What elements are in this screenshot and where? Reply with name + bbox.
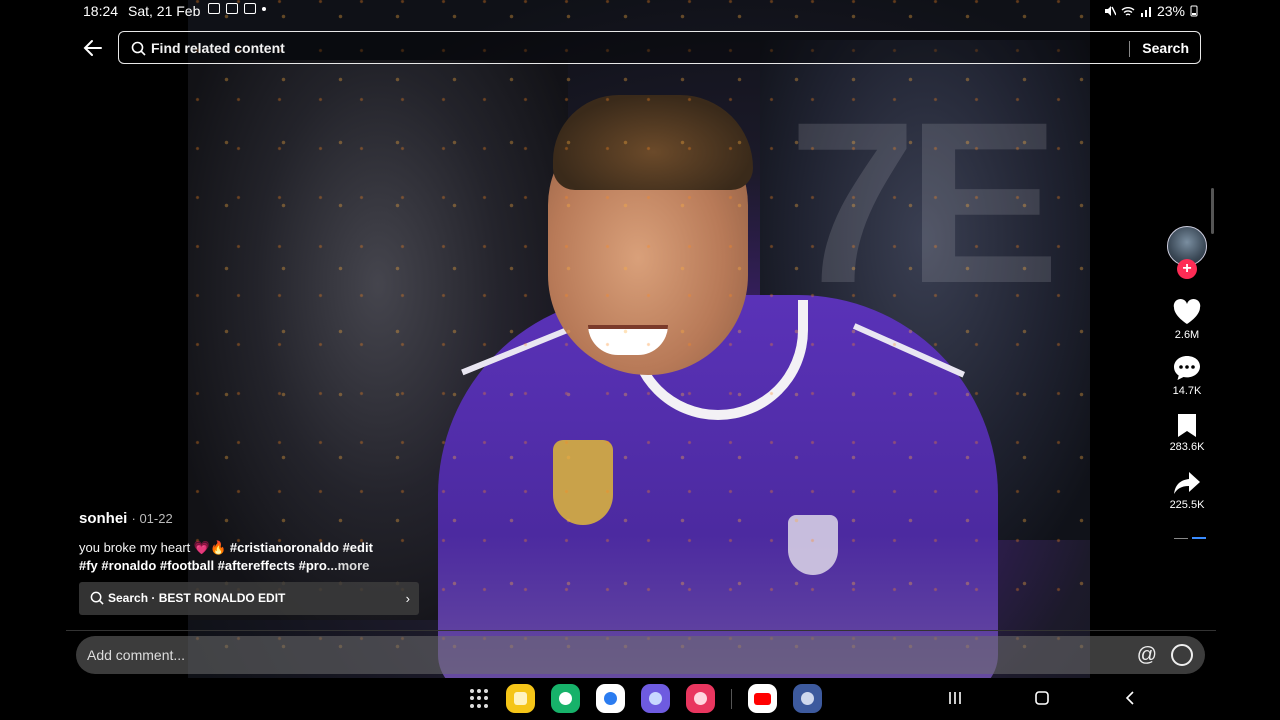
like-button[interactable]: 2.6M bbox=[1160, 298, 1214, 341]
phone-app-icon[interactable] bbox=[551, 684, 580, 713]
share-button[interactable]: 225.5K bbox=[1160, 470, 1214, 511]
chevron-right-icon: › bbox=[405, 591, 410, 606]
author-name[interactable]: sonhei bbox=[79, 510, 127, 527]
taskbar-separator bbox=[731, 688, 732, 709]
caption-prefix: you broke my heart bbox=[79, 540, 194, 555]
spark-effects bbox=[188, 0, 1090, 678]
screenshot-icon bbox=[208, 3, 220, 14]
back-button[interactable] bbox=[82, 37, 104, 59]
notification-icons bbox=[208, 3, 266, 14]
search-bar[interactable]: Find related content Search bbox=[118, 31, 1201, 64]
back-arrow-icon bbox=[83, 40, 102, 56]
follow-button[interactable]: + bbox=[1177, 259, 1197, 279]
apps-grid-icon[interactable] bbox=[470, 688, 490, 709]
author-line[interactable]: sonhei · 01-22 bbox=[79, 510, 419, 527]
mute-icon bbox=[1104, 6, 1116, 16]
system-indicators: 23% bbox=[1104, 3, 1198, 19]
search-icon bbox=[131, 41, 146, 56]
save-count: 283.6K bbox=[1169, 441, 1205, 453]
more-link[interactable]: ...more bbox=[327, 558, 370, 573]
search-input[interactable]: Find related content bbox=[151, 40, 285, 56]
hashtags-line-1[interactable]: #cristianoronaldo #edit bbox=[230, 540, 373, 555]
search-icon bbox=[90, 591, 104, 605]
page-dot-inactive bbox=[1174, 538, 1188, 539]
messages-app-icon[interactable] bbox=[596, 684, 625, 713]
settings-app-icon[interactable] bbox=[793, 684, 822, 713]
related-search-chip[interactable]: Search · BEST RONALDO EDIT › bbox=[79, 582, 419, 615]
mention-icon[interactable]: @ bbox=[1137, 644, 1157, 667]
caption-emojis: 💗🔥 bbox=[193, 540, 227, 555]
page-dot-active bbox=[1192, 537, 1206, 539]
signal-icon bbox=[1140, 6, 1151, 17]
youtube-app-icon[interactable] bbox=[748, 684, 777, 713]
wifi-icon bbox=[1121, 6, 1135, 16]
recents-button[interactable] bbox=[947, 690, 963, 706]
gallery-icon bbox=[226, 3, 238, 14]
comment-input-bar[interactable]: Add comment... @ bbox=[76, 636, 1205, 674]
video-player[interactable]: 7E bbox=[188, 0, 1090, 678]
video-caption: sonhei · 01-22 you broke my heart 💗🔥 #cr… bbox=[79, 510, 419, 575]
search-divider bbox=[1129, 41, 1130, 57]
system-navbar bbox=[0, 680, 1280, 720]
calendar-icon bbox=[244, 3, 256, 14]
status-bar: 18:24 Sat, 21 Feb 23% bbox=[0, 0, 1280, 22]
hashtags-line-2[interactable]: #fy #ronaldo #football #aftereffects #pr… bbox=[79, 558, 327, 573]
related-search-label: Search · BEST RONALDO EDIT bbox=[108, 591, 286, 605]
share-icon bbox=[1174, 472, 1200, 494]
battery-percent: 23% bbox=[1156, 3, 1185, 19]
more-dot-icon bbox=[262, 6, 266, 11]
scroll-indicator bbox=[1211, 188, 1214, 234]
comment-count: 14.7K bbox=[1172, 385, 1202, 397]
caption-text: you broke my heart 💗🔥 #cristianoronaldo … bbox=[79, 539, 419, 575]
camera-app-icon[interactable] bbox=[686, 684, 715, 713]
like-count: 2.6M bbox=[1174, 329, 1200, 341]
heart-icon bbox=[1173, 299, 1201, 324]
save-button[interactable]: 283.6K bbox=[1160, 412, 1214, 453]
files-app-icon[interactable] bbox=[506, 684, 535, 713]
divider bbox=[66, 630, 1216, 631]
taskbar-apps bbox=[470, 684, 822, 713]
page-indicator bbox=[1174, 537, 1206, 540]
system-back-button[interactable] bbox=[1122, 690, 1138, 706]
emoji-icon[interactable] bbox=[1171, 644, 1193, 666]
bookmark-icon bbox=[1178, 414, 1196, 437]
share-count: 225.5K bbox=[1169, 499, 1205, 511]
browser-app-icon[interactable] bbox=[641, 684, 670, 713]
battery-icon bbox=[1190, 5, 1198, 17]
status-time: 18:24 bbox=[83, 3, 119, 19]
search-button[interactable]: Search bbox=[1142, 40, 1189, 56]
post-date: · 01-22 bbox=[131, 511, 173, 526]
comment-input[interactable]: Add comment... bbox=[87, 647, 185, 663]
status-date: Sat, 21 Feb bbox=[128, 3, 201, 19]
comment-icon bbox=[1174, 356, 1200, 380]
comment-button[interactable]: 14.7K bbox=[1160, 354, 1214, 397]
home-button[interactable] bbox=[1034, 690, 1050, 706]
